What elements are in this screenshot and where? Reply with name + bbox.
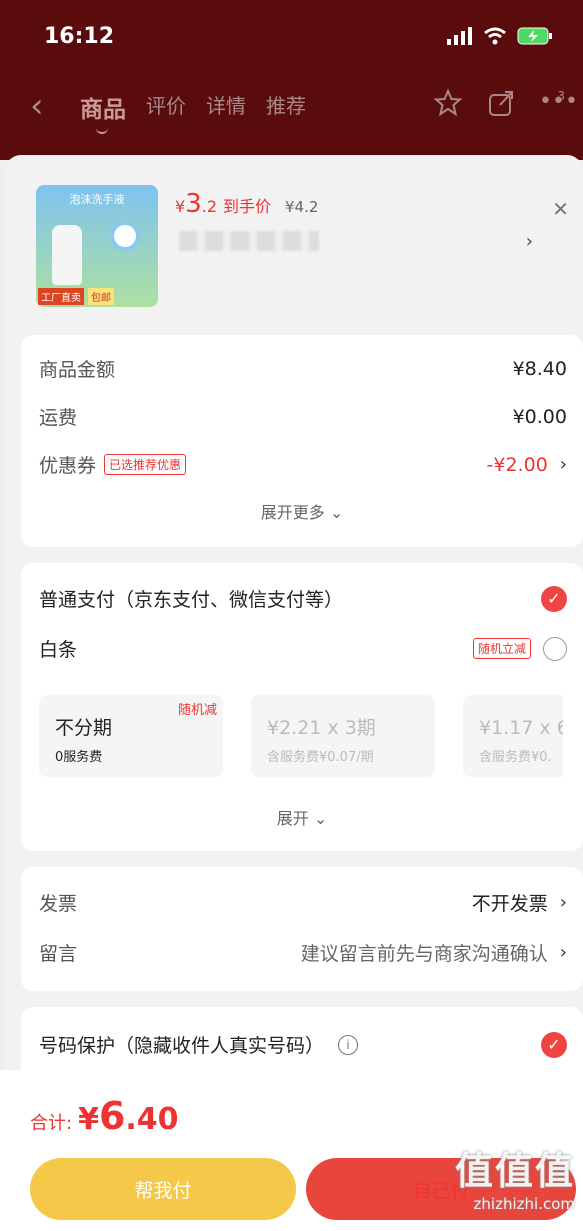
baitiao-row[interactable]: 白条 随机立减 [39,635,567,662]
product-image: 泡沫洗手液 工厂直卖 包邮 [36,185,158,307]
coupon-label: 优惠券 [39,455,97,477]
invoice-card: 发票 不开发票 › 留言 建议留言前先与商家沟通确认 › [21,867,583,991]
watermark-text: 值值值 [454,1149,575,1193]
shipping-tag: 包邮 [88,288,114,305]
payment-card: 普通支付（京东支付、微信支付等） ✓ 白条 随机立减 不分期 0服务费 随机减 … [21,563,583,851]
chevron-right-icon: › [559,454,567,475]
chevron-right-icon: › [559,942,567,963]
product-spec-blurred[interactable] [179,231,319,251]
expand-button[interactable]: 展开 ⌄ [21,805,583,829]
total-decimal: .40 [125,1102,179,1137]
goods-amount-value: ¥8.40 [512,357,567,380]
expand-more-button[interactable]: 展开更多 ⌄ [21,499,583,523]
price-label: 到手价 [223,197,272,216]
invoice-row[interactable]: 发票 不开发票 › [39,889,567,916]
price-integer: 3 [185,189,202,219]
installment-main: ¥1.17 x 6期 [479,717,563,739]
tab-details[interactable]: 详情 [206,90,246,124]
normal-pay-label: 普通支付（京东支付、微信支付等） [39,589,344,611]
shipping-value: ¥0.00 [512,405,567,428]
battery-icon [517,27,552,45]
close-icon[interactable]: ✕ [552,197,569,221]
installment-sub: 含服务费¥0.07/期 [267,750,374,765]
goods-amount-label: 商品金额 [39,359,116,381]
total-label: 合计: [30,1113,73,1134]
installment-sub: 含服务费¥0. [479,750,552,765]
checkmark-icon[interactable]: ✓ [541,1031,567,1058]
shipping-label: 运费 [39,407,78,429]
info-icon[interactable]: i [338,1034,359,1055]
tab-goods[interactable]: 商品 [80,90,126,134]
baitiao-tag: 随机立减 [472,638,531,659]
factory-tag: 工厂直卖 [38,288,84,305]
bottle-graphic [52,225,82,285]
installment-option[interactable]: ¥2.21 x 3期 含服务费¥0.07/期 [251,695,435,777]
price-currency: ¥ [175,197,186,216]
nav-tabs: 商品 评价 详情 推荐 [80,90,306,134]
message-value: 建议留言前先与商家沟通确认 [300,943,548,965]
product-summary: 泡沫洗手液 工厂直卖 包邮 ¥3.2 到手价 ¥4.2 ✕ › [5,155,583,335]
share-icon[interactable] [487,89,515,117]
status-bar: 16:12 [44,22,553,56]
more-badge: 3 [557,89,565,103]
goods-amount-row: 商品金额 ¥8.40 [39,355,567,382]
privacy-label: 号码保护（隐藏收件人真实号码） [39,1035,325,1057]
status-icons [447,26,553,46]
signal-icon [447,27,472,45]
price-decimal: .2 [201,197,217,216]
chevron-down-icon: ⌄ [313,809,328,828]
coupon-row[interactable]: 优惠券 已选推荐优惠 -¥2.00 › [39,451,567,478]
watermark-url: zhizhizhi.com [473,1195,575,1213]
app-header: 16:12 ‹ 商品 评价 详情 推荐 ••• 3 [0,0,583,160]
total-amount: 合计: ¥6.40 [30,1094,179,1138]
wifi-icon [484,27,506,45]
chevron-right-icon: › [559,892,567,913]
chevron-right-icon[interactable]: › [526,231,533,252]
back-icon[interactable]: ‹ [30,86,44,126]
help-pay-button[interactable]: 帮我付 [30,1158,296,1220]
invoice-value: 不开发票 [471,893,548,915]
expand-label: 展开 [276,809,309,828]
invoice-label: 发票 [39,893,78,915]
radio-icon[interactable] [543,636,567,661]
tab-reviews[interactable]: 评价 [146,90,186,124]
chevron-down-icon: ⌄ [329,503,344,522]
nav-bar: ‹ 商品 评价 详情 推荐 ••• 3 [0,82,583,134]
privacy-row[interactable]: 号码保护（隐藏收件人真实号码） i ✓ [39,1031,567,1058]
flower-graphic [110,221,140,251]
installment-main: ¥2.21 x 3期 [267,717,376,739]
nav-icons: ••• 3 [433,88,578,118]
watermark: 值值值 zhizhizhi.com [455,1140,575,1213]
product-price: ¥3.2 到手价 ¥4.2 [175,189,318,219]
installment-option[interactable]: ¥1.17 x 6期 含服务费¥0. [463,695,563,777]
checkout-bottom-bar: 合计: ¥6.40 帮我付 自己付 值值值 zhizhizhi.com [0,1070,583,1231]
installment-option[interactable]: 不分期 0服务费 随机减 [39,695,223,777]
coupon-value: -¥2.00 [486,453,548,476]
installment-corner-tag: 随机减 [177,703,217,718]
expand-more-label: 展开更多 [260,503,325,522]
star-icon[interactable] [433,88,463,118]
more-icon[interactable]: ••• 3 [539,89,578,117]
normal-pay-row[interactable]: 普通支付（京东支付、微信支付等） ✓ [39,585,567,612]
status-time: 16:12 [44,24,115,49]
total-currency: ¥ [78,1102,99,1137]
checkmark-icon[interactable]: ✓ [541,585,567,612]
shipping-row: 运费 ¥0.00 [39,403,567,430]
tab-recommend[interactable]: 推荐 [266,90,306,124]
message-label: 留言 [39,943,78,965]
original-price: ¥4.2 [285,198,319,216]
baitiao-label: 白条 [39,639,78,661]
coupon-tag: 已选推荐优惠 [104,454,187,475]
product-image-title: 泡沫洗手液 [69,193,125,206]
installment-sub: 0服务费 [55,750,103,765]
total-integer: 6 [98,1094,126,1138]
message-row[interactable]: 留言 建议留言前先与商家沟通确认 › [39,939,567,966]
amount-card: 商品金额 ¥8.40 运费 ¥0.00 优惠券 已选推荐优惠 -¥2.00 › … [21,335,583,547]
